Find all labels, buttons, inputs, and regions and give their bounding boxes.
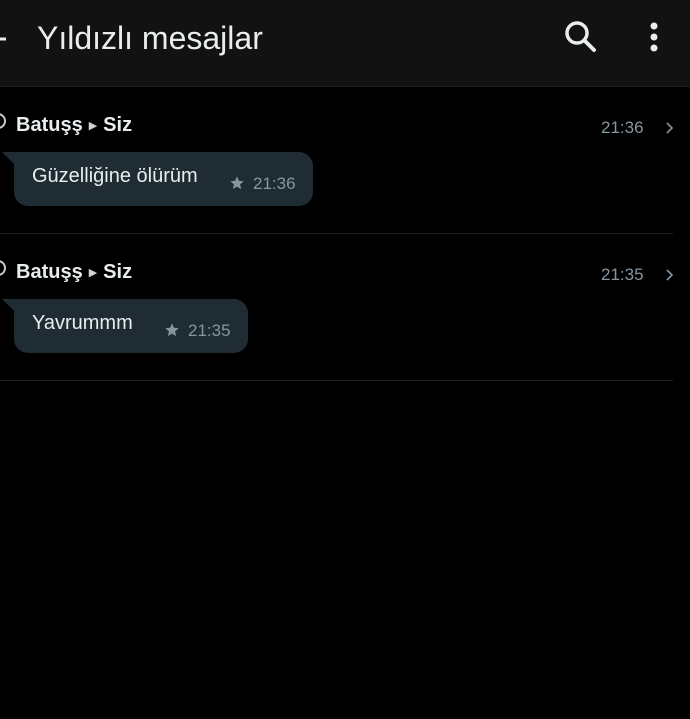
divider: [0, 380, 673, 381]
more-vertical-icon: [650, 22, 658, 52]
starred-message-item[interactable]: Batuşş ▶ Siz 21:36 Güzelliğine ölürüm 21:3…: [0, 87, 690, 234]
app-bar: Yıldızlı mesajlar: [0, 0, 690, 87]
message-text: Güzelliğine ölürüm: [32, 165, 198, 187]
sender-name: Batuşş: [16, 114, 83, 136]
page-title: Yıldızlı mesajlar: [37, 20, 263, 56]
message-meta: 21:36: [229, 174, 296, 194]
avatar: [0, 113, 6, 129]
bubble-time: 21:36: [253, 174, 296, 193]
arrow-left-icon[interactable]: [0, 25, 8, 53]
chevron-right-icon: [666, 122, 674, 134]
message-text: Yavrummm: [32, 312, 133, 334]
message-time: 21:35: [601, 265, 644, 284]
more-options-button[interactable]: [634, 14, 674, 60]
bubble-tail: [2, 299, 16, 313]
message-time: 21:36: [601, 118, 644, 137]
arrow-right-icon: ▶: [88, 267, 98, 279]
sender-line: Batuşş ▶ Siz: [16, 260, 132, 285]
sender-line: Batuşş ▶ Siz: [16, 113, 132, 138]
avatar: [0, 260, 6, 276]
message-bubble[interactable]: Güzelliğine ölürüm 21:36: [2, 152, 313, 206]
star-icon: [165, 323, 179, 337]
bubble-tail: [2, 152, 16, 166]
message-meta: 21:35: [164, 321, 231, 341]
arrow-right-icon: ▶: [88, 120, 98, 132]
star-icon: [230, 176, 244, 190]
starred-message-item[interactable]: Batuşş ▶ Siz 21:35 Yavrummm 21:35: [0, 234, 690, 381]
search-button[interactable]: [558, 14, 604, 60]
bubble-time: 21:35: [188, 321, 231, 340]
sender-name: Batuşş: [16, 261, 83, 283]
message-bubble[interactable]: Yavrummm 21:35: [2, 299, 248, 353]
recipient-name: Siz: [103, 261, 133, 283]
chevron-right-icon: [666, 269, 674, 281]
recipient-name: Siz: [103, 114, 133, 136]
search-icon: [565, 21, 596, 52]
